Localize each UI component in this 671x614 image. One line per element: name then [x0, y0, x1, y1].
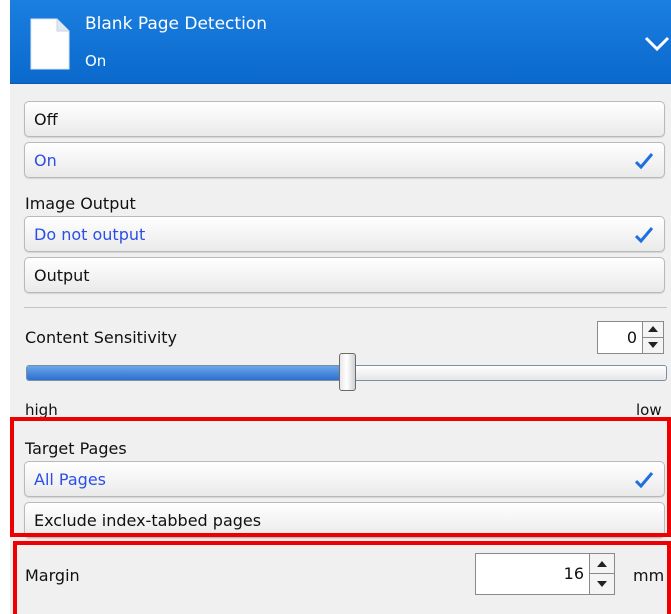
option-on-label: On [34, 151, 57, 170]
blank-page-detection-header[interactable]: Blank Page Detection On [10, 0, 671, 84]
content-sensitivity-label: Content Sensitivity [25, 328, 178, 347]
option-on[interactable]: On [24, 142, 665, 178]
margin-value: 16 [563, 564, 584, 583]
option-exclude-index-tabbed-label: Exclude index-tabbed pages [34, 511, 262, 530]
option-off[interactable]: Off [24, 101, 665, 137]
slider-min-label: high [25, 401, 58, 419]
margin-unit: mm [633, 566, 665, 585]
option-exclude-index-tabbed[interactable]: Exclude index-tabbed pages [24, 502, 665, 538]
option-all-pages-label: All Pages [34, 470, 106, 489]
arrow-up-icon [597, 560, 607, 567]
arrow-down-icon [648, 342, 658, 349]
margin-spinner[interactable]: 16 [475, 553, 615, 595]
target-pages-label: Target Pages [25, 439, 127, 458]
option-do-not-output[interactable]: Do not output [24, 216, 665, 252]
option-output-label: Output [34, 266, 90, 285]
document-icon [30, 18, 70, 70]
sensitivity-spinner[interactable]: 0 [597, 321, 664, 354]
margin-decrement-button[interactable] [590, 574, 614, 594]
sensitivity-slider-thumb[interactable] [339, 353, 356, 391]
settings-panel: Blank Page Detection On Off On Image Out… [10, 0, 671, 614]
slider-max-label: low [636, 401, 662, 419]
sensitivity-increment-button[interactable] [643, 322, 663, 338]
checkmark-icon [634, 227, 654, 244]
arrow-down-icon [597, 581, 607, 587]
sensitivity-stepper-buttons [642, 322, 663, 353]
checkmark-icon [634, 153, 654, 170]
section-divider [24, 307, 667, 308]
header-current-value: On [85, 52, 107, 70]
option-do-not-output-label: Do not output [34, 225, 146, 244]
chevron-down-icon[interactable] [644, 36, 670, 52]
sensitivity-decrement-button[interactable] [643, 338, 663, 354]
margin-stepper-buttons [589, 554, 614, 594]
image-output-label: Image Output [25, 194, 136, 213]
sensitivity-slider-fill [27, 366, 348, 380]
option-output[interactable]: Output [24, 257, 665, 293]
margin-increment-button[interactable] [590, 554, 614, 574]
arrow-up-icon [648, 326, 658, 333]
margin-label: Margin [25, 566, 80, 585]
option-off-label: Off [34, 110, 58, 129]
option-all-pages[interactable]: All Pages [24, 461, 665, 497]
header-title: Blank Page Detection [85, 14, 267, 34]
sensitivity-value: 0 [626, 328, 637, 347]
checkmark-icon [634, 472, 654, 489]
